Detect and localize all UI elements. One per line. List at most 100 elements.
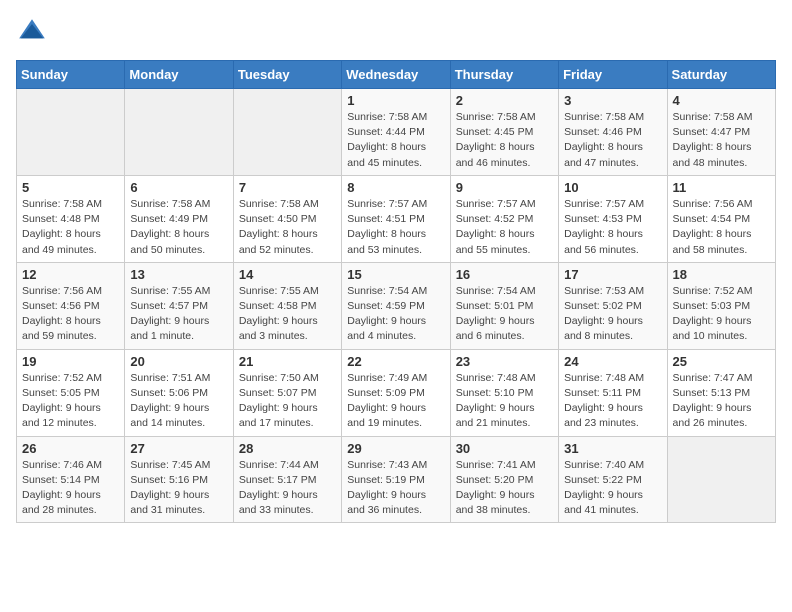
day-number: 30 [456,441,553,456]
day-number: 20 [130,354,227,369]
cell-info: Sunrise: 7:52 AMSunset: 5:05 PMDaylight:… [22,371,119,432]
day-number: 3 [564,93,661,108]
day-number: 11 [673,180,770,195]
calendar-table: SundayMondayTuesdayWednesdayThursdayFrid… [16,60,776,523]
header [16,16,776,48]
day-number: 22 [347,354,444,369]
cell-info: Sunrise: 7:49 AMSunset: 5:09 PMDaylight:… [347,371,444,432]
cell-info: Sunrise: 7:44 AMSunset: 5:17 PMDaylight:… [239,458,336,519]
calendar-week-row: 12 Sunrise: 7:56 AMSunset: 4:56 PMDayligh… [17,262,776,349]
cell-info: Sunrise: 7:57 AMSunset: 4:51 PMDaylight:… [347,197,444,258]
logo [16,16,52,48]
cell-info: Sunrise: 7:50 AMSunset: 5:07 PMDaylight:… [239,371,336,432]
day-number: 4 [673,93,770,108]
cell-info: Sunrise: 7:58 AMSunset: 4:44 PMDaylight:… [347,110,444,171]
day-number: 7 [239,180,336,195]
cell-info: Sunrise: 7:48 AMSunset: 5:10 PMDaylight:… [456,371,553,432]
calendar-cell: 25 Sunrise: 7:47 AMSunset: 5:13 PMDayligh… [667,349,775,436]
calendar-cell: 9 Sunrise: 7:57 AMSunset: 4:52 PMDaylight… [450,175,558,262]
calendar-cell: 1 Sunrise: 7:58 AMSunset: 4:44 PMDaylight… [342,89,450,176]
calendar-cell: 27Sunrise: 7:45 AMSunset: 5:16 PMDayligh… [125,436,233,523]
cell-info: Sunrise: 7:58 AMSunset: 4:45 PMDaylight:… [456,110,553,171]
calendar-cell: 18 Sunrise: 7:52 AMSunset: 5:03 PMDayligh… [667,262,775,349]
calendar-cell: 8Sunrise: 7:57 AMSunset: 4:51 PMDaylight… [342,175,450,262]
day-header-monday: Monday [125,61,233,89]
calendar-cell: 4Sunrise: 7:58 AMSunset: 4:47 PMDaylight… [667,89,775,176]
calendar-cell: 23 Sunrise: 7:48 AMSunset: 5:10 PMDayligh… [450,349,558,436]
calendar-week-row: 26 Sunrise: 7:46 AMSunset: 5:14 PMDayligh… [17,436,776,523]
cell-info: Sunrise: 7:40 AMSunset: 5:22 PMDaylight:… [564,458,661,519]
calendar-cell: 21Sunrise: 7:50 AMSunset: 5:07 PMDayligh… [233,349,341,436]
calendar-cell: 2 Sunrise: 7:58 AMSunset: 4:45 PMDaylight… [450,89,558,176]
calendar-cell: 6Sunrise: 7:58 AMSunset: 4:49 PMDaylight… [125,175,233,262]
calendar-cell: 30 Sunrise: 7:41 AMSunset: 5:20 PMDayligh… [450,436,558,523]
day-header-tuesday: Tuesday [233,61,341,89]
day-number: 18 [673,267,770,282]
calendar-week-row: 1 Sunrise: 7:58 AMSunset: 4:44 PMDaylight… [17,89,776,176]
day-header-wednesday: Wednesday [342,61,450,89]
cell-info: Sunrise: 7:41 AMSunset: 5:20 PMDaylight:… [456,458,553,519]
day-number: 25 [673,354,770,369]
day-number: 10 [564,180,661,195]
cell-info: Sunrise: 7:47 AMSunset: 5:13 PMDaylight:… [673,371,770,432]
day-header-friday: Friday [559,61,667,89]
day-number: 26 [22,441,119,456]
calendar-cell: 19 Sunrise: 7:52 AMSunset: 5:05 PMDayligh… [17,349,125,436]
calendar-cell: 12 Sunrise: 7:56 AMSunset: 4:56 PMDayligh… [17,262,125,349]
calendar-cell [233,89,341,176]
day-number: 13 [130,267,227,282]
day-number: 5 [22,180,119,195]
day-number: 15 [347,267,444,282]
day-number: 29 [347,441,444,456]
calendar-cell: 31 Sunrise: 7:40 AMSunset: 5:22 PMDayligh… [559,436,667,523]
calendar-cell [667,436,775,523]
day-header-thursday: Thursday [450,61,558,89]
calendar-week-row: 19 Sunrise: 7:52 AMSunset: 5:05 PMDayligh… [17,349,776,436]
day-number: 9 [456,180,553,195]
calendar-cell [125,89,233,176]
cell-info: Sunrise: 7:45 AMSunset: 5:16 PMDaylight:… [130,458,227,519]
calendar-cell: 7 Sunrise: 7:58 AMSunset: 4:50 PMDaylight… [233,175,341,262]
calendar-cell: 14 Sunrise: 7:55 AMSunset: 4:58 PMDayligh… [233,262,341,349]
day-number: 14 [239,267,336,282]
cell-info: Sunrise: 7:58 AMSunset: 4:46 PMDaylight:… [564,110,661,171]
day-number: 19 [22,354,119,369]
day-header-sunday: Sunday [17,61,125,89]
cell-info: Sunrise: 7:57 AMSunset: 4:53 PMDaylight:… [564,197,661,258]
cell-info: Sunrise: 7:52 AMSunset: 5:03 PMDaylight:… [673,284,770,345]
day-number: 31 [564,441,661,456]
day-number: 28 [239,441,336,456]
calendar-cell: 24 Sunrise: 7:48 AMSunset: 5:11 PMDayligh… [559,349,667,436]
day-number: 23 [456,354,553,369]
calendar-cell: 13 Sunrise: 7:55 AMSunset: 4:57 PMDayligh… [125,262,233,349]
day-number: 16 [456,267,553,282]
cell-info: Sunrise: 7:46 AMSunset: 5:14 PMDaylight:… [22,458,119,519]
day-number: 2 [456,93,553,108]
day-number: 24 [564,354,661,369]
day-number: 12 [22,267,119,282]
calendar-cell [17,89,125,176]
cell-info: Sunrise: 7:54 AMSunset: 5:01 PMDaylight:… [456,284,553,345]
cell-info: Sunrise: 7:55 AMSunset: 4:57 PMDaylight:… [130,284,227,345]
calendar-header-row: SundayMondayTuesdayWednesdayThursdayFrid… [17,61,776,89]
cell-info: Sunrise: 7:54 AMSunset: 4:59 PMDaylight:… [347,284,444,345]
logo-icon [16,16,48,48]
cell-info: Sunrise: 7:48 AMSunset: 5:11 PMDaylight:… [564,371,661,432]
day-header-saturday: Saturday [667,61,775,89]
cell-info: Sunrise: 7:57 AMSunset: 4:52 PMDaylight:… [456,197,553,258]
day-number: 17 [564,267,661,282]
calendar-cell: 22 Sunrise: 7:49 AMSunset: 5:09 PMDayligh… [342,349,450,436]
cell-info: Sunrise: 7:56 AMSunset: 4:56 PMDaylight:… [22,284,119,345]
calendar-cell: 5 Sunrise: 7:58 AMSunset: 4:48 PMDaylight… [17,175,125,262]
day-number: 6 [130,180,227,195]
cell-info: Sunrise: 7:53 AMSunset: 5:02 PMDaylight:… [564,284,661,345]
cell-info: Sunrise: 7:55 AMSunset: 4:58 PMDaylight:… [239,284,336,345]
calendar-cell: 3 Sunrise: 7:58 AMSunset: 4:46 PMDaylight… [559,89,667,176]
calendar-cell: 20Sunrise: 7:51 AMSunset: 5:06 PMDayligh… [125,349,233,436]
calendar-cell: 10 Sunrise: 7:57 AMSunset: 4:53 PMDayligh… [559,175,667,262]
day-number: 1 [347,93,444,108]
cell-info: Sunrise: 7:58 AMSunset: 4:48 PMDaylight:… [22,197,119,258]
cell-info: Sunrise: 7:58 AMSunset: 4:50 PMDaylight:… [239,197,336,258]
calendar-cell: 16 Sunrise: 7:54 AMSunset: 5:01 PMDayligh… [450,262,558,349]
calendar-cell: 17 Sunrise: 7:53 AMSunset: 5:02 PMDayligh… [559,262,667,349]
